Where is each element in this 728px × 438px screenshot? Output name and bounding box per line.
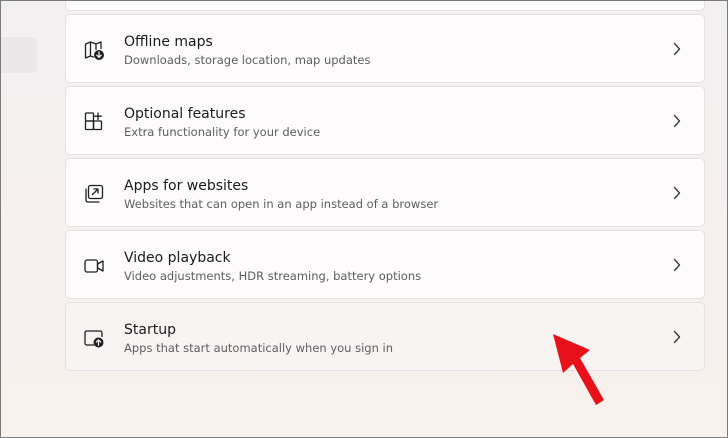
settings-item-title: Apps for websites — [124, 178, 249, 194]
settings-item-startup[interactable]: Startup Apps that start automatically wh… — [65, 302, 705, 371]
chevron-right-icon — [672, 114, 682, 128]
settings-item-description: Extra functionality for your device — [124, 125, 321, 139]
grid-plus-icon — [83, 111, 105, 133]
video-camera-icon — [83, 255, 105, 277]
open-in-app-icon — [83, 183, 105, 205]
sidebar-selected-item[interactable] — [0, 37, 37, 73]
chevron-right-icon — [672, 186, 682, 200]
chevron-right-icon — [672, 330, 682, 344]
settings-item-title: Startup — [124, 322, 176, 338]
startup-app-icon — [83, 327, 105, 349]
settings-item-optional-features[interactable]: Optional features Extra functionality fo… — [65, 86, 705, 155]
settings-item-title: Video playback — [124, 250, 231, 266]
settings-item-video-playback[interactable]: Video playback Video adjustments, HDR st… — [65, 230, 705, 299]
settings-item-description: Video adjustments, HDR streaming, batter… — [124, 269, 422, 283]
settings-card-previous[interactable] — [65, 0, 705, 11]
chevron-right-icon — [672, 258, 682, 272]
settings-item-title: Optional features — [124, 106, 246, 122]
settings-item-description: Apps that start automatically when you s… — [124, 341, 394, 355]
settings-item-description: Downloads, storage location, map updates — [124, 53, 371, 67]
chevron-right-icon — [672, 42, 682, 56]
settings-item-apps-for-websites[interactable]: Apps for websites Websites that can open… — [65, 158, 705, 227]
settings-list: Offline maps Downloads, storage location… — [65, 14, 705, 374]
settings-item-title: Offline maps — [124, 34, 213, 50]
map-download-icon — [83, 39, 105, 61]
settings-item-offline-maps[interactable]: Offline maps Downloads, storage location… — [65, 14, 705, 83]
settings-item-description: Websites that can open in an app instead… — [124, 197, 439, 211]
